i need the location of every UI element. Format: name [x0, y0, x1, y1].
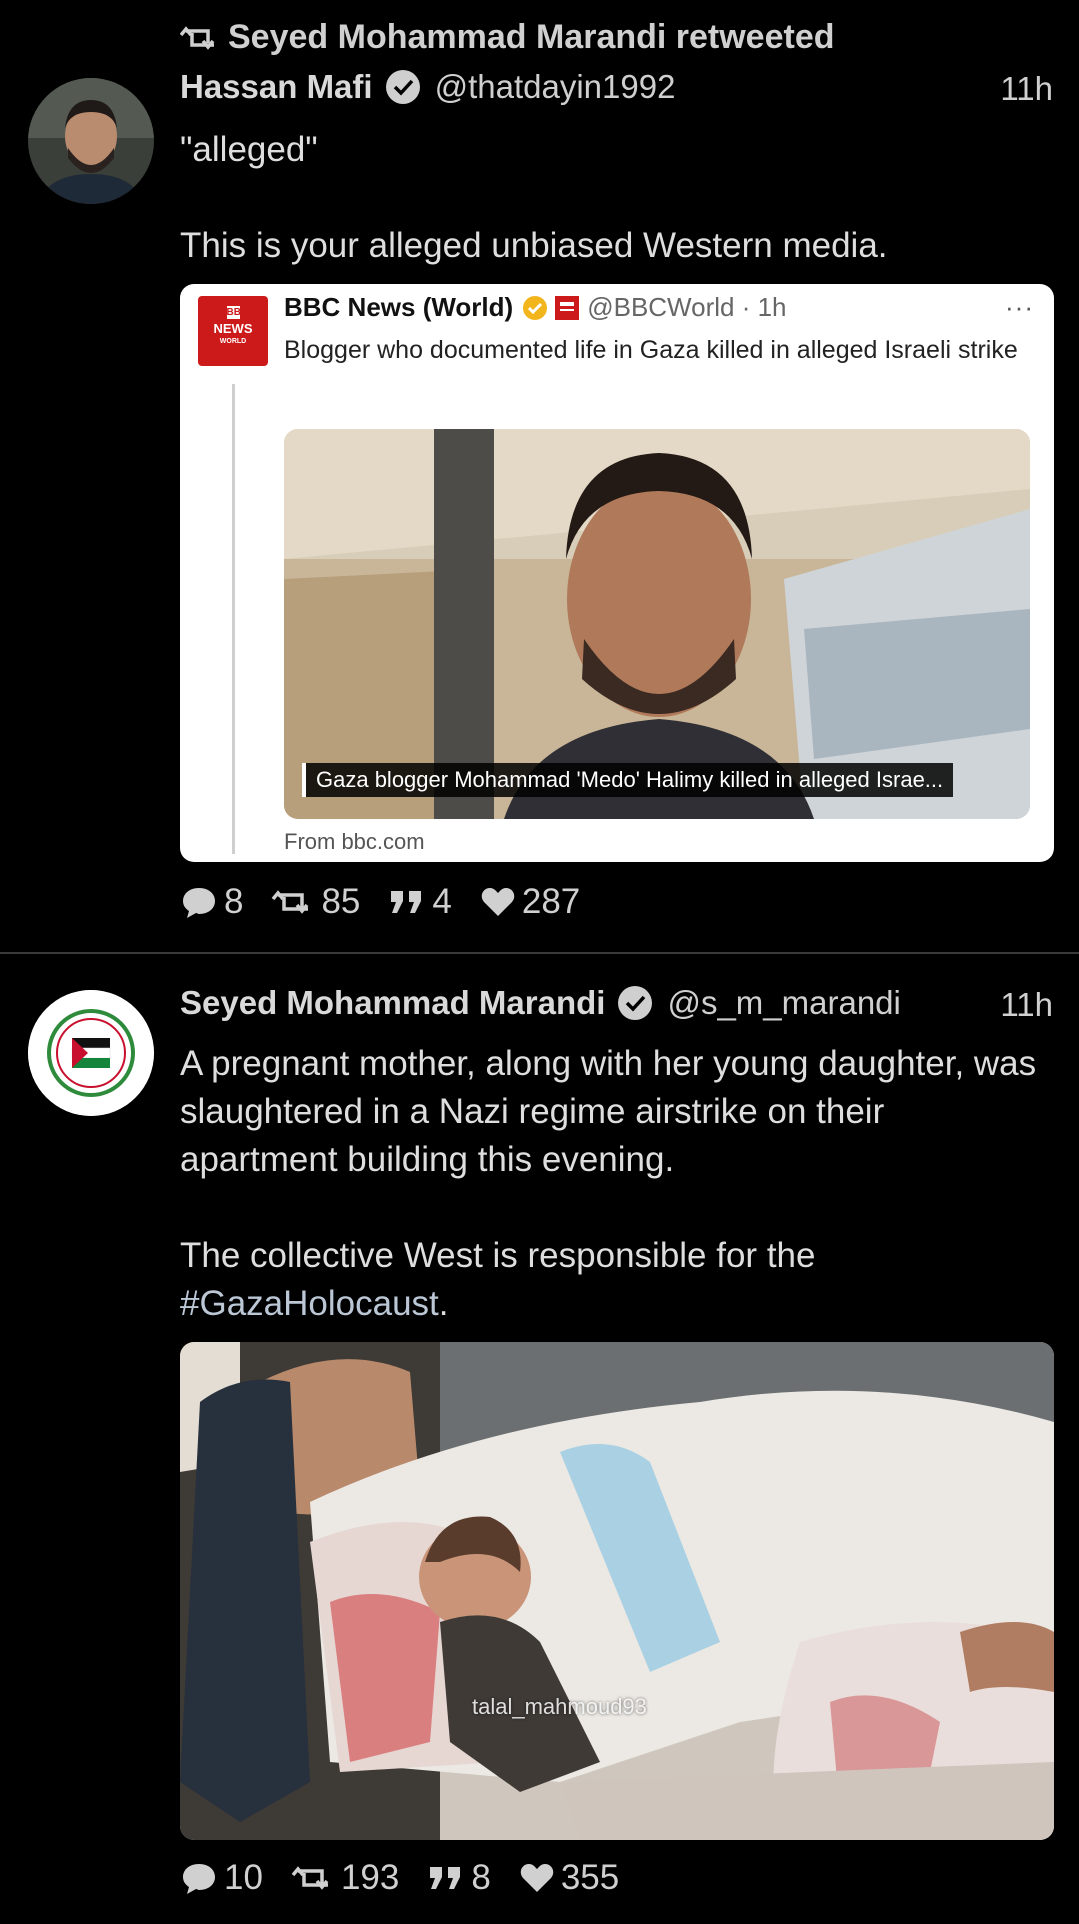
bbc-news-logo: BBC NEWS WORLD: [198, 296, 268, 366]
reply-count: 8: [224, 882, 244, 921]
quote-icon: [391, 891, 422, 913]
thread-line: [232, 384, 235, 854]
reply-count: 10: [224, 1858, 263, 1897]
quoted-author-name[interactable]: BBC News (World): [284, 292, 513, 323]
retweet-icon: [291, 1866, 329, 1890]
tweet-header: Seyed Mohammad Marandi @s_m_marandi: [180, 984, 901, 1022]
like-count: 287: [521, 882, 581, 921]
source-link[interactable]: From bbc.com: [284, 829, 425, 855]
tweet-text-end: .: [438, 1284, 449, 1323]
author-name[interactable]: Seyed Mohammad Marandi: [180, 984, 605, 1022]
retweet-label: Seyed Mohammad Marandi retweeted: [228, 18, 835, 56]
avatar[interactable]: [28, 990, 154, 1116]
retweet-icon: [180, 25, 215, 50]
tweet-media-image[interactable]: talal_mahmoud93: [180, 1342, 1054, 1840]
quote-icon: [430, 1867, 461, 1889]
retweet-count: 85: [321, 882, 361, 921]
retweet-button[interactable]: 193: [291, 1858, 399, 1898]
author-handle[interactable]: @thatdayin1992: [435, 68, 676, 106]
author-name[interactable]: Hassan Mafi: [180, 68, 373, 106]
verified-badge-icon: [618, 986, 653, 1020]
reply-button[interactable]: 10: [180, 1858, 263, 1898]
timestamp: 11h: [1000, 70, 1053, 107]
quote-button[interactable]: 4: [388, 882, 452, 922]
reply-icon: [183, 888, 215, 918]
save-gaza-logo: [28, 990, 154, 1116]
reply-icon: [183, 1864, 215, 1894]
tweet-1[interactable]: Seyed Mohammad Marandi retweeted Hassan …: [0, 0, 1079, 952]
reply-button[interactable]: 8: [180, 882, 243, 922]
more-icon[interactable]: ···: [1005, 292, 1034, 323]
action-bar: 8 85 4 287: [180, 882, 608, 922]
gold-verified-badge-icon: [523, 295, 548, 320]
like-button[interactable]: 287: [480, 882, 580, 922]
quoted-video-thumbnail[interactable]: Gaza blogger Mohammad 'Medo' Halimy kill…: [284, 429, 1030, 819]
avatar[interactable]: [28, 78, 154, 204]
heart-icon: [520, 1864, 554, 1892]
like-button[interactable]: 355: [519, 1858, 619, 1898]
quoted-handle[interactable]: @BBCWorld · 1h: [587, 292, 786, 323]
retweet-button[interactable]: 85: [271, 882, 360, 922]
tweet-text-main: A pregnant mother, along with her young …: [180, 1044, 1037, 1275]
retweet-indicator: Seyed Mohammad Marandi retweeted: [180, 18, 835, 57]
quoted-text: Blogger who documented life in Gaza kill…: [284, 336, 1018, 364]
like-count: 355: [560, 1858, 620, 1897]
retweet-icon: [272, 890, 309, 914]
hashtag-link[interactable]: #GazaHolocaust: [180, 1284, 439, 1323]
timestamp: 11h: [1000, 986, 1053, 1023]
video-caption: Gaza blogger Mohammad 'Medo' Halimy kill…: [302, 763, 954, 797]
image-watermark: talal_mahmoud93: [472, 1694, 647, 1719]
tweet-text: A pregnant mother, along with her young …: [180, 1040, 1050, 1328]
quote-count: 8: [471, 1858, 491, 1897]
tweet-header: Hassan Mafi @thatdayin1992: [180, 68, 675, 106]
tweet-text: "alleged" This is your alleged unbiased …: [180, 130, 888, 265]
retweet-count: 193: [340, 1858, 400, 1897]
bbc-affiliate-icon: [555, 295, 580, 320]
quote-count: 4: [432, 882, 452, 921]
heart-icon: [481, 888, 515, 916]
quote-button[interactable]: 8: [427, 1858, 491, 1898]
verified-badge-icon: [385, 70, 420, 104]
action-bar: 10 193 8 355: [180, 1858, 647, 1898]
author-handle[interactable]: @s_m_marandi: [667, 984, 900, 1022]
quoted-header: BBC News (World) @BBCWorld · 1h: [284, 292, 787, 323]
quoted-tweet-card[interactable]: BBC NEWS WORLD BBC News (World) @BBCWorl…: [180, 284, 1054, 862]
